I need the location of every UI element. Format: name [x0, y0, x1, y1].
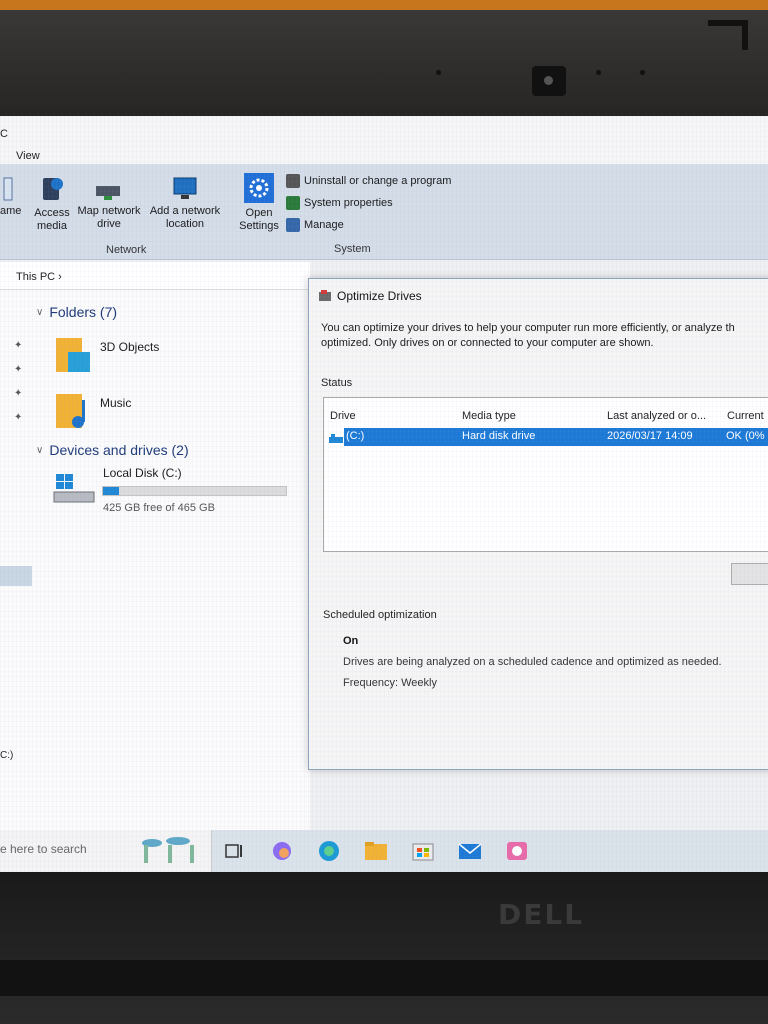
dialog-description: You can optimize your drives to help you… — [321, 322, 735, 349]
pin-icon: ✦ — [14, 364, 23, 375]
gear-icon — [244, 173, 274, 203]
uninstall-program-button[interactable]: Uninstall or change a program — [286, 174, 451, 188]
devices-header-label: Devices and drives (2) — [49, 442, 189, 458]
file-explorer-icon[interactable] — [364, 840, 388, 862]
uninstall-label: Uninstall or change a program — [304, 175, 452, 187]
optimize-drives-dialog: Optimize Drives You can optimize your dr… — [308, 278, 768, 770]
local-disk-label[interactable]: Local Disk (C:) — [103, 466, 182, 480]
chevron-down-icon: ∨ — [36, 444, 44, 456]
map-network-drive-button[interactable]: Map network drive — [74, 178, 144, 231]
uninstall-icon — [286, 174, 300, 188]
ribbon-item-label: ame — [0, 205, 22, 217]
search-placeholder: e here to search — [0, 842, 87, 856]
disk-free-text: 425 GB free of 465 GB — [103, 502, 215, 514]
row-last-analyzed: 2026/03/17 14:09 — [607, 430, 693, 442]
task-view-icon[interactable] — [222, 840, 246, 862]
media-server-icon — [43, 178, 63, 200]
taskbar-search-box[interactable]: e here to search — [0, 830, 212, 872]
column-header-media-type[interactable]: Media type — [462, 410, 516, 422]
disk-usage-fill — [103, 487, 119, 495]
folder-3d-objects-label[interactable]: 3D Objects — [100, 340, 159, 354]
drive-icon — [329, 434, 343, 443]
screen: C View ame Access media Map network driv… — [0, 116, 768, 872]
scheduled-state: On — [343, 635, 359, 647]
hard-drive-icon[interactable] — [52, 470, 98, 506]
rename-icon — [3, 177, 13, 201]
folders-header-label: Folders (7) — [49, 304, 118, 320]
checkmark-icon — [286, 196, 300, 210]
column-header-last-analyzed[interactable]: Last analyzed or o... — [607, 410, 706, 422]
address-bar[interactable]: This PC › — [0, 262, 310, 290]
row-media-type: Hard disk drive — [462, 430, 536, 442]
network-drive-icon — [96, 186, 120, 200]
sensor-dot — [436, 70, 441, 75]
window-title-fragment: C — [0, 128, 8, 140]
pin-icon: ✦ — [14, 412, 23, 423]
laptop-top-bezel — [0, 10, 768, 118]
laptop-hinge — [0, 960, 768, 996]
mail-icon[interactable] — [458, 840, 482, 862]
defrag-icon — [319, 290, 331, 301]
column-header-current-status[interactable]: Current — [727, 410, 764, 422]
breadcrumb-this-pc[interactable]: This PC — [16, 271, 55, 283]
access-media-button[interactable]: Access media — [30, 174, 74, 233]
chevron-down-icon: ∨ — [36, 306, 44, 318]
network-group-label: Network — [106, 244, 147, 256]
copilot-icon[interactable] — [270, 840, 294, 862]
lid-latch — [708, 20, 748, 50]
row-current-status: OK (0% — [726, 430, 765, 442]
webcam — [532, 66, 566, 96]
column-header-drive[interactable]: Drive — [330, 410, 356, 422]
drive-label-fragment: C:) — [0, 750, 14, 761]
scheduled-description: Drives are being analyzed on a scheduled… — [343, 656, 722, 668]
folder-music-label[interactable]: Music — [100, 396, 131, 410]
explorer-content: ∨ Folders (7) ✦ ✦ ✦ ✦ 3D Objects Music ∨… — [0, 290, 310, 830]
system-properties-button[interactable]: System properties — [286, 196, 393, 210]
breadcrumb[interactable]: This PC › — [16, 271, 62, 283]
manage-button[interactable]: Manage — [286, 218, 344, 232]
access-media-label: Access media — [34, 207, 70, 232]
disk-usage-bar — [102, 486, 287, 496]
folder-music-icon[interactable] — [54, 390, 94, 432]
manage-label: Manage — [304, 219, 344, 231]
folders-section-header[interactable]: ∨ Folders (7) — [36, 304, 117, 320]
ribbon-tabs-bar: C View — [0, 116, 768, 164]
network-location-icon — [173, 177, 197, 199]
map-network-drive-label: Map network drive — [77, 205, 141, 230]
drives-table[interactable]: Drive Media type Last analyzed or o... C… — [323, 397, 768, 552]
ribbon: ame Access media Map network drive Add a… — [0, 164, 768, 260]
selected-item-strip[interactable] — [0, 566, 32, 586]
search-highlight-art-icon — [142, 837, 194, 863]
add-network-location-button[interactable]: Add a network location — [146, 176, 224, 231]
devices-section-header[interactable]: ∨ Devices and drives (2) — [36, 442, 189, 458]
analyze-button[interactable] — [731, 563, 768, 585]
scheduled-frequency: Frequency: Weekly — [343, 677, 437, 689]
system-properties-label: System properties — [304, 197, 393, 209]
folder-3d-objects-icon[interactable] — [54, 334, 94, 376]
photos-icon[interactable] — [505, 840, 529, 862]
ribbon-item-rename[interactable]: ame — [0, 176, 22, 218]
open-settings-label: Open Settings — [239, 207, 279, 232]
sensor-dot — [640, 70, 645, 75]
dell-logo: DELL — [498, 898, 585, 931]
laptop-bottom-bezel — [0, 872, 768, 1024]
computer-manage-icon — [286, 218, 300, 232]
add-network-location-label: Add a network location — [149, 205, 221, 230]
sensor-dot — [596, 70, 601, 75]
tab-view[interactable]: View — [16, 150, 40, 162]
dialog-title: Optimize Drives — [337, 289, 422, 303]
open-settings-button[interactable]: Open Settings — [236, 172, 282, 233]
edge-browser-icon[interactable] — [317, 840, 341, 862]
pin-icon: ✦ — [14, 340, 23, 351]
microsoft-store-icon[interactable] — [411, 840, 435, 862]
taskbar: e here to search — [0, 830, 768, 872]
table-row[interactable]: (C:) Hard disk drive 2026/03/17 14:09 OK… — [344, 428, 768, 446]
pin-icon: ✦ — [14, 388, 23, 399]
system-group-label: System — [334, 243, 371, 255]
scheduled-optimization-header: Scheduled optimization — [323, 609, 437, 621]
status-label: Status — [321, 377, 353, 389]
photo-frame: C View ame Access media Map network driv… — [0, 0, 768, 1024]
row-drive: (C:) — [346, 430, 365, 442]
